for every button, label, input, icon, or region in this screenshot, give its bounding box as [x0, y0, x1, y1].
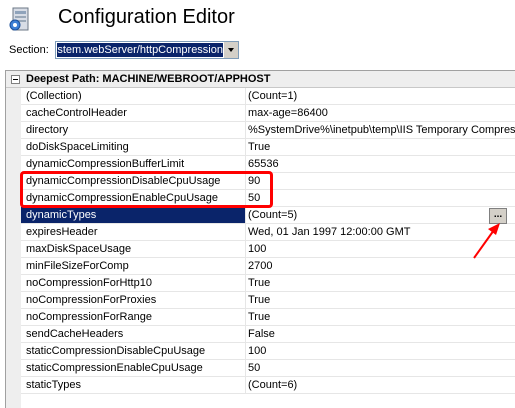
property-value[interactable]: max-age=86400: [248, 105, 515, 121]
property-value[interactable]: (Count=1): [248, 88, 515, 104]
grid-row[interactable]: directory %SystemDrive%\inetpub\temp\IIS…: [21, 122, 515, 139]
property-name[interactable]: noCompressionForHttp10: [21, 275, 246, 291]
grid-row[interactable]: cacheControlHeader max-age=86400: [21, 105, 515, 122]
property-grid[interactable]: Deepest Path: MACHINE/WEBROOT/APPHOST (C…: [5, 70, 515, 408]
property-value[interactable]: %SystemDrive%\inetpub\temp\IIS Temporary…: [248, 122, 515, 138]
property-name[interactable]: dynamicCompressionDisableCpuUsage: [21, 173, 246, 189]
grid-row[interactable]: minFileSizeForComp 2700: [21, 258, 515, 275]
property-value[interactable]: True: [248, 292, 515, 308]
property-value[interactable]: 50: [248, 360, 515, 376]
grid-row[interactable]: noCompressionForHttp10 True: [21, 275, 515, 292]
property-name[interactable]: minFileSizeForComp: [21, 258, 246, 274]
grid-row[interactable]: noCompressionForProxies True: [21, 292, 515, 309]
section-row: Section: system.webServer/httpCompressio…: [0, 40, 515, 62]
property-value[interactable]: True: [248, 139, 515, 155]
grid-row[interactable]: doDiskSpaceLimiting True: [21, 139, 515, 156]
grid-row-selected[interactable]: dynamicTypes (Count=5): [21, 207, 515, 224]
group-header[interactable]: Deepest Path: MACHINE/WEBROOT/APPHOST: [6, 71, 515, 88]
grid-row[interactable]: dynamicCompressionDisableCpuUsage 90: [21, 173, 515, 190]
property-name[interactable]: staticCompressionEnableCpuUsage: [21, 360, 246, 376]
property-name[interactable]: noCompressionForRange: [21, 309, 246, 325]
property-value[interactable]: 2700: [248, 258, 515, 274]
chevron-down-icon[interactable]: [223, 42, 238, 58]
property-value[interactable]: 65536: [248, 156, 515, 172]
property-name[interactable]: cacheControlHeader: [21, 105, 246, 121]
grid-row[interactable]: expiresHeader Wed, 01 Jan 1997 12:00:00 …: [21, 224, 515, 241]
grid-row[interactable]: staticTypes (Count=6): [21, 377, 515, 394]
property-value[interactable]: True: [248, 309, 515, 325]
property-value[interactable]: (Count=6): [248, 377, 515, 393]
header: Configuration Editor: [0, 0, 515, 38]
property-name[interactable]: dynamicCompressionEnableCpuUsage: [21, 190, 246, 206]
property-name[interactable]: dynamicTypes: [21, 207, 246, 223]
property-name[interactable]: sendCacheHeaders: [21, 326, 246, 342]
collapse-minus-icon[interactable]: [11, 75, 20, 84]
property-value[interactable]: 90: [248, 173, 515, 189]
grid-row[interactable]: dynamicCompressionBufferLimit 65536: [21, 156, 515, 173]
grid-row[interactable]: staticCompressionEnableCpuUsage 50: [21, 360, 515, 377]
property-name[interactable]: staticTypes: [21, 377, 246, 393]
grid-row[interactable]: sendCacheHeaders False: [21, 326, 515, 343]
property-name[interactable]: (Collection): [21, 88, 246, 104]
group-title: Deepest Path: MACHINE/WEBROOT/APPHOST: [26, 73, 271, 85]
property-value[interactable]: 100: [248, 241, 515, 257]
property-value[interactable]: Wed, 01 Jan 1997 12:00:00 GMT: [248, 224, 515, 240]
property-name[interactable]: expiresHeader: [21, 224, 246, 240]
grid-row[interactable]: staticCompressionDisableCpuUsage 100: [21, 343, 515, 360]
property-name[interactable]: maxDiskSpaceUsage: [21, 241, 246, 257]
section-value[interactable]: system.webServer/httpCompression: [57, 43, 223, 57]
grid-row[interactable]: noCompressionForRange True: [21, 309, 515, 326]
property-name[interactable]: doDiskSpaceLimiting: [21, 139, 246, 155]
property-value[interactable]: False: [248, 326, 515, 342]
property-value[interactable]: 50: [248, 190, 515, 206]
property-value[interactable]: True: [248, 275, 515, 291]
grid-row[interactable]: maxDiskSpaceUsage 100: [21, 241, 515, 258]
grid-row[interactable]: (Collection) (Count=1): [21, 88, 515, 105]
grid-row[interactable]: dynamicCompressionEnableCpuUsage 50: [21, 190, 515, 207]
page-title: Configuration Editor: [58, 6, 235, 28]
property-value[interactable]: (Count=5): [248, 207, 515, 223]
property-name[interactable]: noCompressionForProxies: [21, 292, 246, 308]
property-name[interactable]: directory: [21, 122, 246, 138]
grid-margin: [6, 88, 21, 408]
config-editor-icon: [9, 7, 29, 31]
section-dropdown[interactable]: system.webServer/httpCompression: [55, 41, 239, 59]
property-name[interactable]: staticCompressionDisableCpuUsage: [21, 343, 246, 359]
property-value[interactable]: 100: [248, 343, 515, 359]
property-name[interactable]: dynamicCompressionBufferLimit: [21, 156, 246, 172]
section-label: Section:: [9, 44, 49, 56]
edit-collection-button[interactable]: ...: [489, 208, 507, 224]
